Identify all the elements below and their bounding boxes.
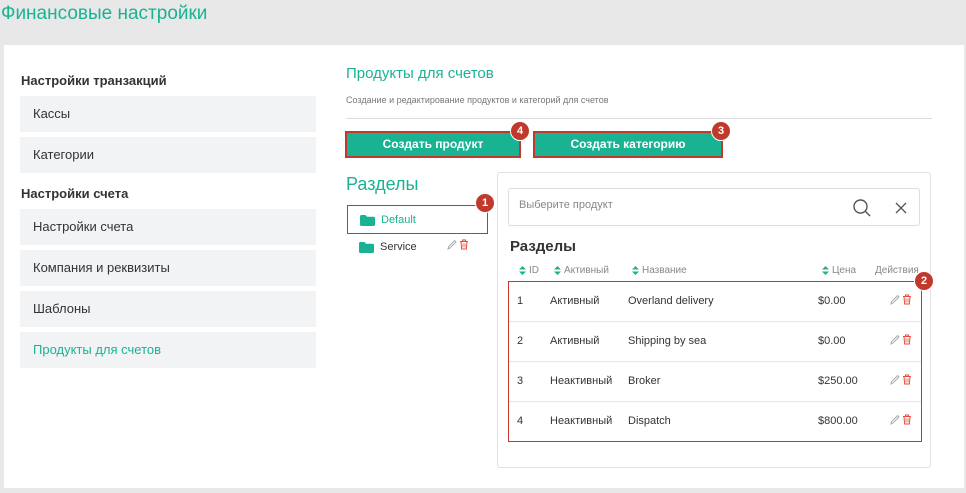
products-table-title: Разделы	[510, 238, 576, 255]
cell-name: Shipping by sea	[628, 335, 707, 347]
trash-icon[interactable]	[459, 239, 469, 250]
cell-id: 3	[517, 375, 524, 387]
cell-name: Broker	[628, 375, 661, 387]
sections-title: Разделы	[346, 174, 419, 194]
create-category-button[interactable]: Создать категорию	[533, 131, 723, 158]
sort-icon	[554, 266, 561, 275]
trash-icon[interactable]	[902, 334, 912, 345]
page-title: Финансовые настройки	[1, 3, 208, 24]
annotation-badge-1: 1	[475, 193, 495, 213]
trash-icon[interactable]	[902, 294, 912, 305]
section-item-service[interactable]: Service	[347, 233, 488, 262]
pencil-icon[interactable]	[890, 414, 900, 425]
cell-price: $250.00	[818, 375, 858, 387]
table-row[interactable]: 2 Активный Shipping by sea $0.00	[509, 322, 921, 362]
trash-icon[interactable]	[902, 374, 912, 385]
products-panel: Разделы ID Активный Название Цена Действ…	[497, 172, 934, 468]
cell-id: 4	[517, 415, 524, 427]
folder-icon	[359, 242, 374, 253]
cell-status: Неактивный	[550, 415, 613, 427]
folder-icon	[360, 215, 375, 226]
pencil-icon[interactable]	[447, 239, 457, 250]
pencil-icon[interactable]	[890, 294, 900, 305]
table-row[interactable]: 3 Неактивный Broker $250.00	[509, 362, 921, 402]
sidebar-item-company-details[interactable]: Компания и реквизиты	[20, 250, 316, 286]
section-label: Service	[380, 241, 417, 253]
product-search	[508, 188, 920, 226]
section-item-default[interactable]: Default	[347, 205, 488, 234]
divider	[346, 118, 932, 119]
sort-icon	[822, 266, 829, 275]
cell-price: $800.00	[818, 415, 858, 427]
sidebar-item-invoice-settings[interactable]: Настройки счета	[20, 209, 316, 245]
search-icon[interactable]	[852, 198, 872, 218]
column-header-name[interactable]: Название	[632, 265, 687, 276]
product-search-input[interactable]	[519, 199, 819, 211]
products-table: 1 Активный Overland delivery $0.00 2 Акт…	[508, 281, 922, 442]
cell-price: $0.00	[818, 295, 846, 307]
cell-id: 1	[517, 295, 524, 307]
table-row[interactable]: 1 Активный Overland delivery $0.00	[509, 282, 921, 322]
cell-id: 2	[517, 335, 524, 347]
cell-name: Dispatch	[628, 415, 671, 427]
trash-icon[interactable]	[902, 414, 912, 425]
cell-name: Overland delivery	[628, 295, 714, 307]
sort-icon	[632, 266, 639, 275]
cell-price: $0.00	[818, 335, 846, 347]
sidebar-item-cash-desks[interactable]: Кассы	[20, 96, 316, 132]
nav-heading-transactions: Настройки транзакций	[21, 73, 167, 88]
close-icon[interactable]	[894, 201, 908, 215]
sidebar-item-invoice-products[interactable]: Продукты для счетов	[20, 332, 316, 368]
section-title: Продукты для счетов	[346, 65, 494, 82]
create-product-button[interactable]: Создать продукт	[345, 131, 521, 158]
settings-card: Настройки транзакций Кассы Категории Нас…	[4, 45, 964, 488]
annotation-badge-4: 4	[510, 121, 530, 141]
sort-icon	[519, 266, 526, 275]
section-description: Создание и редактирование продуктов и ка…	[346, 95, 609, 105]
pencil-icon[interactable]	[890, 374, 900, 385]
nav-heading-invoice: Настройки счета	[21, 186, 129, 201]
column-header-price[interactable]: Цена	[822, 265, 856, 276]
pencil-icon[interactable]	[890, 334, 900, 345]
sidebar-item-categories[interactable]: Категории	[20, 137, 316, 173]
section-label: Default	[381, 214, 416, 226]
column-header-id[interactable]: ID	[519, 265, 539, 276]
column-header-active[interactable]: Активный	[554, 265, 609, 276]
annotation-badge-2: 2	[914, 271, 934, 291]
cell-status: Неактивный	[550, 375, 613, 387]
table-row[interactable]: 4 Неактивный Dispatch $800.00	[509, 402, 921, 442]
sidebar-item-templates[interactable]: Шаблоны	[20, 291, 316, 327]
cell-status: Активный	[550, 295, 600, 307]
annotation-badge-3: 3	[711, 121, 731, 141]
cell-status: Активный	[550, 335, 600, 347]
